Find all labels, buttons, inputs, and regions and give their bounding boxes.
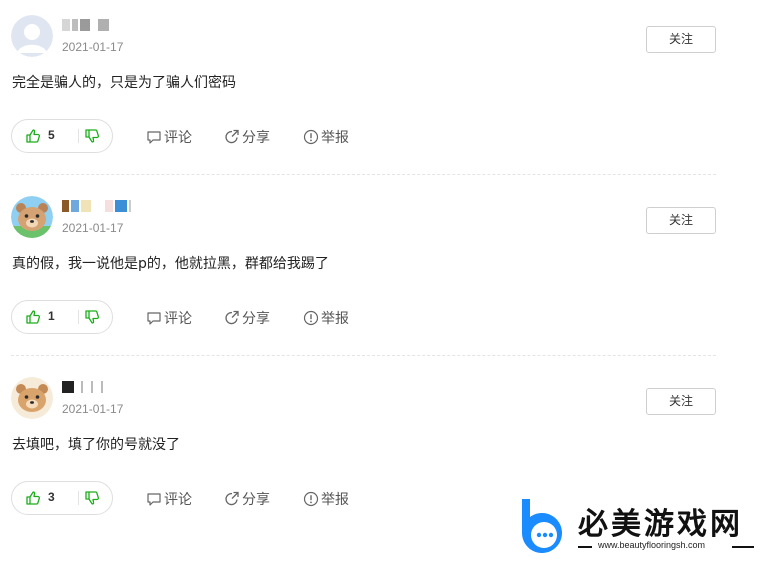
comment-action[interactable]: 评论 — [146, 308, 192, 328]
comment-date: 2021-01-17 — [62, 221, 124, 235]
thumbs-up-icon[interactable] — [25, 490, 41, 506]
follow-button[interactable]: 关注 — [646, 26, 716, 53]
username-redacted[interactable] — [62, 18, 109, 32]
watermark-title: 必美游戏网 — [578, 507, 743, 542]
vote-control: 5 — [11, 119, 113, 153]
comment-action-label: 评论 — [164, 492, 192, 508]
follow-button[interactable]: 关注 — [646, 207, 716, 234]
share-action-label: 分享 — [242, 311, 270, 327]
follow-button[interactable]: 关注 — [646, 388, 716, 415]
thumbs-up-icon[interactable] — [25, 309, 41, 325]
share-action[interactable]: 分享 — [224, 489, 270, 509]
bear-avatar-icon — [11, 196, 53, 238]
avatar[interactable] — [11, 15, 53, 57]
comment-item: 2021-01-17 关注 完全是骗人的，只是为了骗人们密码 5 评论 分享 举… — [0, 0, 766, 181]
comment-icon — [147, 312, 161, 325]
thumbs-down-icon[interactable] — [84, 309, 100, 325]
comment-date: 2021-01-17 — [62, 40, 124, 54]
report-action-label: 举报 — [321, 130, 349, 146]
share-action-label: 分享 — [242, 492, 270, 508]
report-action-label: 举报 — [321, 492, 349, 508]
report-icon — [303, 129, 319, 145]
comment-divider — [11, 174, 716, 175]
default-avatar-icon — [11, 15, 53, 57]
share-action[interactable]: 分享 — [224, 308, 270, 328]
report-action[interactable]: 举报 — [303, 489, 349, 509]
watermark-url: www.beautyflooringsh.com — [598, 540, 706, 550]
share-action-label: 分享 — [242, 130, 270, 146]
username-redacted[interactable] — [62, 380, 103, 394]
report-icon — [303, 310, 319, 326]
site-watermark: 必美游戏网 www.beautyflooringsh.com — [516, 493, 766, 561]
watermark-rule-right — [732, 546, 754, 548]
comment-item: 2021-01-17 关注 真的假，我一说他是p的，他就拉黑，群都给我踢了 1 … — [0, 181, 766, 362]
watermark-rule-left — [578, 546, 592, 548]
report-icon — [303, 491, 319, 507]
report-action[interactable]: 举报 — [303, 127, 349, 147]
comment-action-label: 评论 — [164, 311, 192, 327]
comment-text: 去填吧，填了你的号就没了 — [12, 437, 180, 453]
comment-action[interactable]: 评论 — [146, 489, 192, 509]
username-redacted[interactable] — [62, 199, 131, 213]
like-count: 3 — [48, 490, 55, 504]
bear-avatar-icon — [11, 377, 53, 419]
share-icon — [225, 491, 239, 506]
comment-action[interactable]: 评论 — [146, 127, 192, 147]
report-action[interactable]: 举报 — [303, 308, 349, 328]
share-icon — [225, 310, 239, 325]
comment-divider — [11, 355, 716, 356]
thumbs-down-icon[interactable] — [84, 490, 100, 506]
watermark-logo-icon — [522, 499, 562, 553]
comment-date: 2021-01-17 — [62, 402, 124, 416]
vote-divider — [78, 491, 79, 505]
avatar[interactable] — [11, 377, 53, 419]
vote-control: 3 — [11, 481, 113, 515]
share-icon — [225, 129, 239, 144]
report-action-label: 举报 — [321, 311, 349, 327]
avatar[interactable] — [11, 196, 53, 238]
like-count: 1 — [48, 309, 55, 323]
thumbs-up-icon[interactable] — [25, 128, 41, 144]
comment-icon — [147, 131, 161, 144]
like-count: 5 — [48, 128, 55, 142]
share-action[interactable]: 分享 — [224, 127, 270, 147]
comment-action-label: 评论 — [164, 130, 192, 146]
comment-icon — [147, 493, 161, 506]
vote-divider — [78, 129, 79, 143]
thumbs-down-icon[interactable] — [84, 128, 100, 144]
comment-text: 完全是骗人的，只是为了骗人们密码 — [12, 75, 236, 91]
vote-divider — [78, 310, 79, 324]
comment-text: 真的假，我一说他是p的，他就拉黑，群都给我踢了 — [12, 256, 329, 272]
vote-control: 1 — [11, 300, 113, 334]
